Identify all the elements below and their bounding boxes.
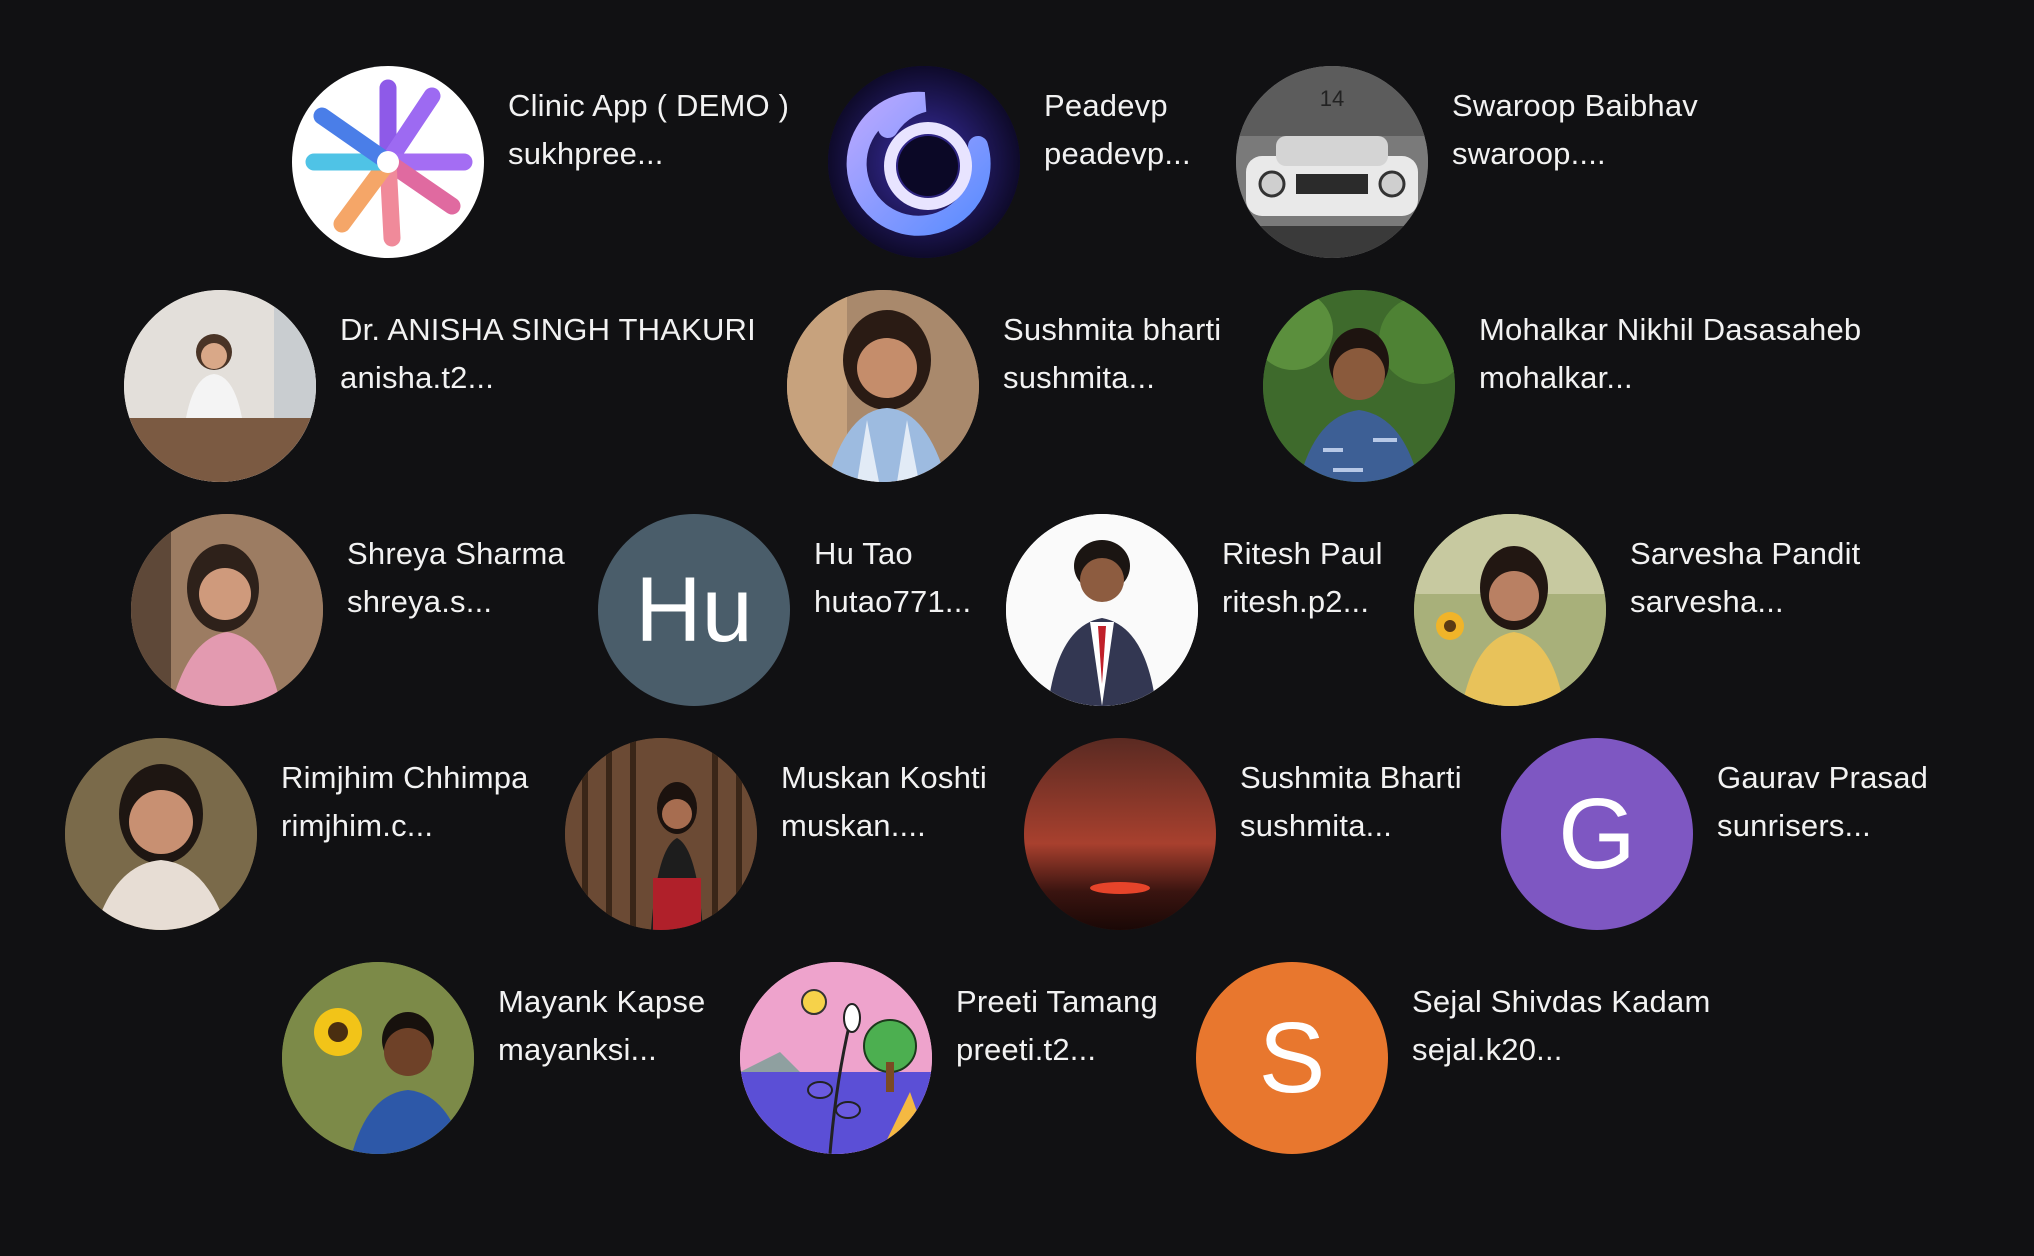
participant-email: anisha.t2... (340, 360, 495, 395)
person-photo-icon (131, 514, 323, 706)
participant-email: sukhpree... (508, 136, 664, 171)
person-photo-icon (787, 290, 979, 482)
participant-email: preeti.t2... (956, 1032, 1097, 1067)
profile-photo (787, 290, 979, 482)
car-photo: 14 (1236, 66, 1428, 258)
svg-text:14: 14 (1320, 86, 1344, 111)
illustration-avatar (740, 962, 932, 1154)
participant-info: Rimjhim Chhimpa rimjhim.c... (281, 754, 529, 850)
participant-name: Sushmita Bharti (1240, 760, 1462, 795)
participant-name: Sushmita bharti (1003, 312, 1222, 347)
participant-name: Swaroop Baibhav (1452, 88, 1698, 123)
participant-info: Peadevp peadevp... (1044, 82, 1191, 178)
initials-avatar: Hu (598, 514, 790, 706)
participant-name: Preeti Tamang (956, 984, 1158, 1019)
participant-name: Rimjhim Chhimpa (281, 760, 529, 795)
car-photo-avatar: 14 (1236, 66, 1428, 258)
flower-illustration (740, 962, 932, 1154)
participant-info: Swaroop Baibhav swaroop.... (1452, 82, 1698, 178)
participant-name: Sarvesha Pandit (1630, 536, 1861, 571)
participant-email: ritesh.p2... (1222, 584, 1370, 619)
crescent-logo-icon (828, 66, 1020, 258)
participant-info: Preeti Tamang preeti.t2... (956, 978, 1158, 1074)
profile-photo (1263, 290, 1455, 482)
profile-photo (565, 738, 757, 930)
participant-info: Sarvesha Pandit sarvesha... (1630, 530, 1860, 626)
profile-photo (1006, 514, 1198, 706)
participant-info: Ritesh Paul ritesh.p2... (1222, 530, 1383, 626)
person-photo-icon (124, 290, 316, 482)
initials-avatar: S (1196, 962, 1388, 1154)
participant-info: Sejal Shivdas Kadam sejal.k20... (1412, 978, 1710, 1074)
participant-email: shreya.s... (347, 584, 493, 619)
participant-name: Muskan Koshti (781, 760, 987, 795)
profile-photo (65, 738, 257, 930)
crescent-logo-avatar (828, 66, 1020, 258)
participant-name: Sejal Shivdas Kadam (1412, 984, 1711, 1019)
participant-name: Clinic App ( DEMO ) (508, 88, 790, 123)
avatar-initials: Hu (635, 559, 753, 661)
person-photo-icon (282, 962, 474, 1154)
participant-email: rimjhim.c... (281, 808, 434, 843)
participant-info: Hu Tao hutao771... (814, 530, 971, 626)
participant-info: Clinic App ( DEMO ) sukhpree... (508, 82, 789, 178)
participant-info: Mayank Kapse mayanksi... (498, 978, 705, 1074)
sunset-photo (1024, 738, 1216, 930)
participant-email: muskan.... (781, 808, 926, 843)
participant-name: Dr. ANISHA SINGH THAKURI (340, 312, 756, 347)
person-photo-icon (1263, 290, 1455, 482)
profile-photo (1414, 514, 1606, 706)
profile-photo (282, 962, 474, 1154)
initials-avatar: G (1501, 738, 1693, 930)
participant-name: Hu Tao (814, 536, 913, 571)
asterisk-logo-icon (305, 79, 473, 247)
participant-name: Mayank Kapse (498, 984, 706, 1019)
participant-info: Sushmita Bharti sushmita... (1240, 754, 1462, 850)
participant-email: sushmita... (1003, 360, 1156, 395)
participant-name: Peadevp (1044, 88, 1168, 123)
person-photo-icon (565, 738, 757, 930)
participant-info: Gaurav Prasad sunrisers... (1717, 754, 1928, 850)
person-photo-icon (65, 738, 257, 930)
avatar-initials: S (1258, 1002, 1326, 1114)
participant-info: Dr. ANISHA SINGH THAKURI anisha.t2... (340, 306, 756, 402)
avatar-initials: G (1558, 778, 1636, 890)
profile-photo (124, 290, 316, 482)
participant-email: hutao771... (814, 584, 972, 619)
person-photo-icon (1414, 514, 1606, 706)
participant-name: Ritesh Paul (1222, 536, 1383, 571)
participant-name: Shreya Sharma (347, 536, 565, 571)
participant-email: mayanksi... (498, 1032, 657, 1067)
participant-info: Mohalkar Nikhil Dasasaheb mohalkar... (1479, 306, 1861, 402)
participant-email: peadevp... (1044, 136, 1191, 171)
participant-info: Sushmita bharti sushmita... (1003, 306, 1221, 402)
participant-email: sushmita... (1240, 808, 1393, 843)
participant-email: sejal.k20... (1412, 1032, 1563, 1067)
profile-photo (131, 514, 323, 706)
person-photo-icon (1006, 514, 1198, 706)
participant-email: sarvesha... (1630, 584, 1784, 619)
participant-name: Gaurav Prasad (1717, 760, 1929, 795)
participant-email: mohalkar... (1479, 360, 1633, 395)
participant-info: Muskan Koshti muskan.... (781, 754, 987, 850)
participant-email: swaroop.... (1452, 136, 1606, 171)
sunset-photo-avatar (1024, 738, 1216, 930)
participant-info: Shreya Sharma shreya.s... (347, 530, 565, 626)
participant-name: Mohalkar Nikhil Dasasaheb (1479, 312, 1862, 347)
clinic-logo-avatar (292, 66, 484, 258)
participant-email: sunrisers... (1717, 808, 1871, 843)
